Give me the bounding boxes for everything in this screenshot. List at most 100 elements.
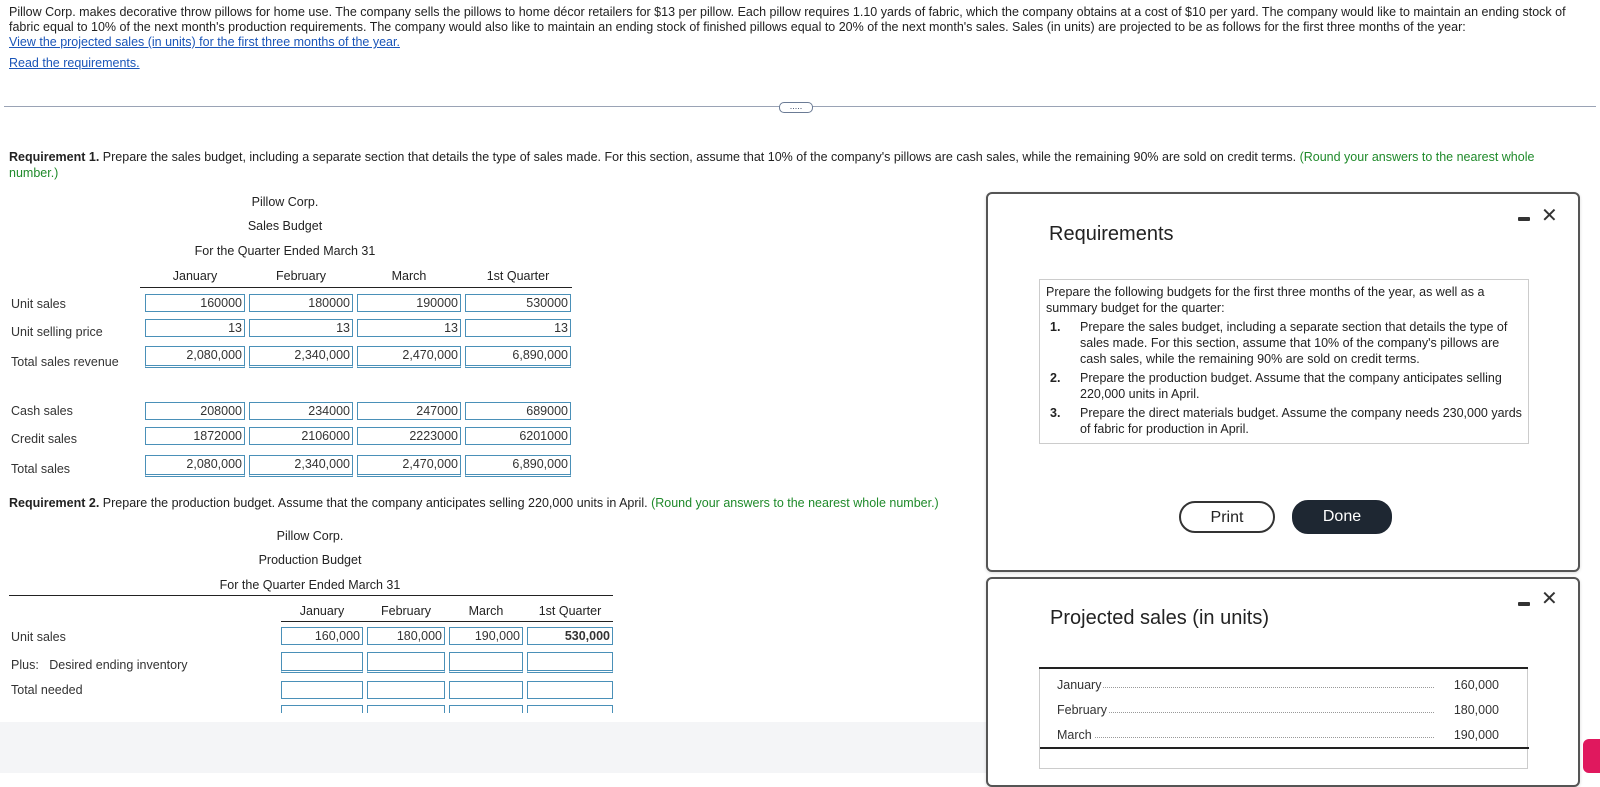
credit-sales-jan-input[interactable]: 1872000: [145, 427, 245, 445]
requirement-text: Prepare the direct materials budget. Ass…: [1080, 406, 1522, 436]
requirements-list: 1. Prepare the sales budget, including a …: [1046, 319, 1522, 437]
requirement-1-instructions: Requirement 1. Prepare the sales budget,…: [9, 149, 1569, 181]
requirements-modal-title: Requirements: [1049, 223, 1174, 245]
sales-col-january: January: [172, 269, 218, 283]
credit-sales-q1-input[interactable]: 6201000: [465, 427, 571, 445]
projected-value: 190,000: [1451, 728, 1499, 742]
sales-unit-jan-input[interactable]: 160000: [145, 294, 245, 312]
prod-col-january: January: [299, 604, 345, 618]
prod-header-rule: [281, 621, 613, 622]
prod-next-row-feb-input[interactable]: [367, 705, 445, 713]
sales-unit-mar-input[interactable]: 190000: [357, 294, 461, 312]
prod-next-row-jan-input[interactable]: [281, 705, 363, 713]
sales-unit-q1-input[interactable]: 530000: [465, 294, 571, 312]
requirements-modal: Requirements ✕ Prepare the following bud…: [986, 192, 1580, 572]
sales-budget-title: Sales Budget: [247, 219, 323, 233]
sales-row-label: Total sales: [11, 462, 71, 476]
requirement-item: 3. Prepare the direct materials budget. A…: [1046, 405, 1522, 437]
total-sales-q1: 6,890,000: [465, 455, 571, 477]
requirement-item: 2. Prepare the production budget. Assume …: [1046, 370, 1522, 402]
total-sales-mar: 2,470,000: [357, 455, 461, 477]
projected-month: March: [1057, 728, 1094, 742]
prod-ending-inventory-mar-input[interactable]: [449, 652, 523, 673]
prod-row-prefix: Plus:: [11, 658, 39, 672]
requirement-item: 1. Prepare the sales budget, including a …: [1046, 319, 1522, 367]
projected-row: March 190,000: [1052, 728, 1514, 746]
requirement-number: 1.: [1050, 320, 1061, 334]
sales-budget-company: Pillow Corp.: [251, 195, 319, 209]
production-budget-title: Production Budget: [258, 553, 362, 567]
projected-value: 180,000: [1451, 703, 1499, 717]
projected-row: January 160,000: [1052, 678, 1514, 696]
cash-sales-jan-input[interactable]: 208000: [145, 402, 245, 420]
sales-header-rule: [140, 287, 572, 288]
prod-unit-sales-q1: 530,000: [527, 627, 613, 645]
credit-sales-feb-input[interactable]: 2106000: [249, 427, 353, 445]
sales-row-label: Unit sales: [11, 297, 66, 311]
dot-leader: [1057, 737, 1434, 738]
requirement-2-label: Requirement 2.: [9, 496, 100, 510]
credit-sales-mar-input[interactable]: 2223000: [357, 427, 461, 445]
projected-row: February 180,000: [1052, 703, 1514, 721]
dot-leader: [1057, 712, 1434, 713]
prod-total-needed-mar-input[interactable]: [449, 681, 523, 699]
cash-sales-mar-input[interactable]: 247000: [357, 402, 461, 420]
prod-next-row-mar-input[interactable]: [449, 705, 523, 713]
problem-intro-text: Pillow Corp. makes decorative throw pill…: [9, 5, 1566, 34]
prod-total-needed-q1-input[interactable]: [527, 681, 613, 699]
sales-budget-period: For the Quarter Ended March 31: [194, 244, 376, 258]
dot-leader: [1057, 687, 1434, 688]
sales-price-jan-input[interactable]: 13: [145, 319, 245, 337]
sales-revenue-mar: 2,470,000: [357, 346, 461, 368]
prod-ending-inventory-q1-input[interactable]: [527, 652, 613, 673]
requirement-number: 3.: [1050, 406, 1061, 420]
prod-total-needed-jan-input[interactable]: [281, 681, 363, 699]
minimize-icon[interactable]: [1518, 217, 1530, 221]
requirement-1-label: Requirement 1.: [9, 150, 100, 164]
sales-col-february: February: [275, 269, 327, 283]
requirement-text: Prepare the sales budget, including a se…: [1080, 320, 1508, 366]
sales-price-q1-input[interactable]: 13: [465, 319, 571, 337]
sales-row-label: Credit sales: [11, 432, 77, 446]
requirements-list-box: Prepare the following budgets for the fi…: [1039, 279, 1529, 444]
projected-sales-link[interactable]: View the projected sales (in units) for …: [9, 35, 400, 49]
print-button[interactable]: Print: [1179, 501, 1275, 533]
prod-col-march: March: [468, 604, 504, 618]
projected-table-bottom-rule: [1040, 747, 1529, 749]
prod-row-label-desired-ending-inventory: Plus: Desired ending inventory: [11, 658, 188, 672]
prod-unit-sales-mar: 190,000: [449, 627, 523, 645]
sales-row-label: Total sales revenue: [11, 355, 119, 369]
prod-row-label: Desired ending inventory: [49, 658, 188, 672]
problem-intro: Pillow Corp. makes decorative throw pill…: [9, 5, 1589, 71]
minimize-icon[interactable]: [1518, 602, 1530, 606]
production-budget-period: For the Quarter Ended March 31: [219, 578, 401, 592]
projected-value: 160,000: [1451, 678, 1499, 692]
requirement-2-hint: (Round your answers to the nearest whole…: [651, 496, 939, 510]
done-button[interactable]: Done: [1292, 500, 1392, 534]
requirement-1-text: Prepare the sales budget, including a se…: [99, 150, 1297, 164]
requirement-2-text: Prepare the production budget. Assume th…: [99, 496, 648, 510]
expand-more-button[interactable]: .....: [779, 102, 813, 113]
prod-total-needed-feb-input[interactable]: [367, 681, 445, 699]
close-icon[interactable]: ✕: [1541, 586, 1558, 611]
requirements-link[interactable]: Read the requirements.: [9, 56, 140, 70]
prod-col-february: February: [380, 604, 432, 618]
prod-next-row-q1-input[interactable]: [527, 705, 613, 713]
sales-unit-feb-input[interactable]: 180000: [249, 294, 353, 312]
prod-row-label: Unit sales: [11, 630, 66, 644]
close-icon[interactable]: ✕: [1541, 203, 1558, 228]
projected-month: January: [1057, 678, 1104, 692]
production-budget-company: Pillow Corp.: [276, 529, 344, 543]
side-tab[interactable]: [1583, 739, 1600, 773]
sales-row-label: Cash sales: [11, 404, 73, 418]
prod-ending-inventory-jan-input[interactable]: [281, 652, 363, 673]
prod-ending-inventory-feb-input[interactable]: [367, 652, 445, 673]
prod-row-label: Total needed: [11, 683, 83, 697]
cash-sales-feb-input[interactable]: 234000: [249, 402, 353, 420]
requirement-number: 2.: [1050, 371, 1061, 385]
footer-bar: [0, 722, 988, 773]
sales-price-mar-input[interactable]: 13: [357, 319, 461, 337]
cash-sales-q1-input[interactable]: 689000: [465, 402, 571, 420]
production-title-rule: [9, 595, 613, 596]
sales-price-feb-input[interactable]: 13: [249, 319, 353, 337]
